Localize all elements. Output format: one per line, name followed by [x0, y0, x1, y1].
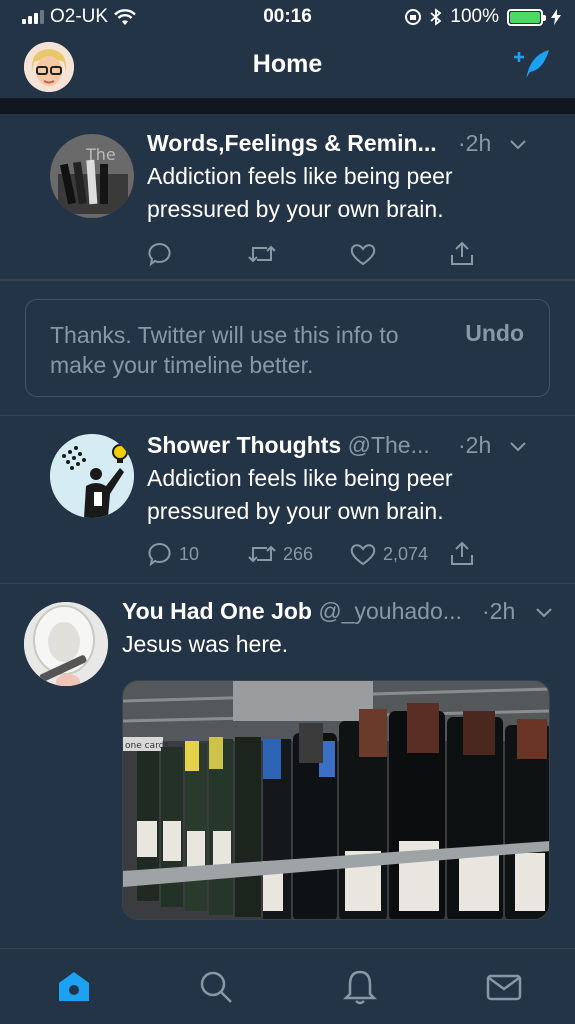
undo-button[interactable]: Undo	[465, 320, 524, 347]
chevron-down-icon[interactable]	[510, 442, 526, 452]
tweet-header: Words,Feelings & Remin...	[147, 130, 437, 157]
timeline-top-gap	[0, 98, 575, 114]
retweet-count: 266	[283, 543, 314, 564]
bluetooth-icon	[430, 8, 442, 26]
tweet-author-name[interactable]: Shower Thoughts	[147, 432, 341, 458]
share-icon	[451, 541, 473, 565]
search-icon[interactable]	[196, 967, 236, 1007]
avatar[interactable]: The	[50, 134, 134, 218]
battery-percent: 100%	[450, 6, 499, 27]
tweet-author-handle[interactable]: @The...	[348, 432, 430, 458]
status-bar: O2-UK 00:16 100%	[0, 0, 575, 36]
reply-icon	[148, 543, 171, 567]
feedback-notice: Thanks. Twitter will use this info to ma…	[0, 280, 575, 416]
like-button[interactable]	[349, 241, 449, 267]
heart-icon	[350, 244, 376, 266]
tweet-author-handle[interactable]: @_youhado...	[318, 598, 462, 624]
tweet-actions: 10 266 2,074	[147, 541, 475, 567]
tweet-header: Shower Thoughts @The...	[147, 432, 430, 459]
share-button[interactable]	[449, 541, 475, 567]
tweet-text: Addiction feels like being peer pressure…	[147, 163, 453, 222]
reply-button[interactable]: 10	[147, 541, 247, 567]
retweet-button[interactable]: 266	[247, 541, 349, 567]
chevron-down-icon[interactable]	[510, 140, 526, 150]
retweet-button[interactable]	[247, 241, 349, 267]
tweet-text: Jesus was here.	[122, 631, 289, 657]
svg-text:The: The	[85, 145, 116, 164]
tweet[interactable]: Shower Thoughts @The... ·2h Addiction fe…	[0, 416, 575, 584]
status-right: 100%	[404, 6, 561, 28]
share-icon	[451, 241, 473, 265]
tweet-time: ·2h	[482, 598, 516, 624]
top-navigation: Home	[0, 36, 575, 98]
heart-icon	[350, 544, 376, 566]
tweet-header: You Had One Job @_youhado...	[122, 598, 462, 625]
reply-button[interactable]	[147, 241, 247, 267]
messages-icon[interactable]	[484, 967, 524, 1007]
tweet[interactable]: The Words,Feelings & Remin... ·2h Addict…	[0, 114, 575, 280]
feedback-box: Thanks. Twitter will use this info to ma…	[25, 299, 550, 397]
battery-icon	[507, 8, 546, 26]
feedback-message: Thanks. Twitter will use this info to ma…	[50, 322, 399, 378]
retweet-icon	[248, 545, 276, 563]
reply-icon	[148, 243, 171, 267]
tweet-actions	[147, 241, 475, 267]
like-button[interactable]: 2,074	[349, 541, 449, 567]
page-title: Home	[252, 50, 323, 78]
tweet-media-image[interactable]: one cards	[122, 680, 550, 920]
books-avatar-icon: The	[50, 134, 134, 218]
tweet-author-name[interactable]: You Had One Job	[122, 598, 312, 624]
home-icon[interactable]	[54, 967, 94, 1007]
notifications-icon[interactable]	[340, 967, 380, 1007]
avatar[interactable]	[24, 602, 108, 686]
tweet-text: Addiction feels like being peer pressure…	[147, 465, 453, 524]
bottom-tab-bar	[0, 948, 575, 1024]
like-count: 2,074	[383, 543, 429, 564]
tweet-time: ·2h	[458, 130, 492, 156]
retweet-icon	[248, 245, 276, 263]
toilet-avatar-icon	[24, 602, 108, 686]
orientation-lock-icon	[405, 9, 422, 25]
wine-bottles-photo: one cards	[123, 681, 549, 919]
tweet-time: ·2h	[458, 432, 492, 458]
shower-thoughts-avatar-icon	[50, 434, 134, 518]
charging-icon	[551, 9, 561, 25]
chevron-down-icon[interactable]	[536, 608, 552, 618]
avatar[interactable]	[50, 434, 134, 518]
share-button[interactable]	[449, 241, 475, 267]
reply-count: 10	[179, 543, 200, 564]
compose-tweet-icon[interactable]	[513, 48, 553, 84]
tweet-author-name[interactable]: Words,Feelings & Remin...	[147, 130, 437, 156]
